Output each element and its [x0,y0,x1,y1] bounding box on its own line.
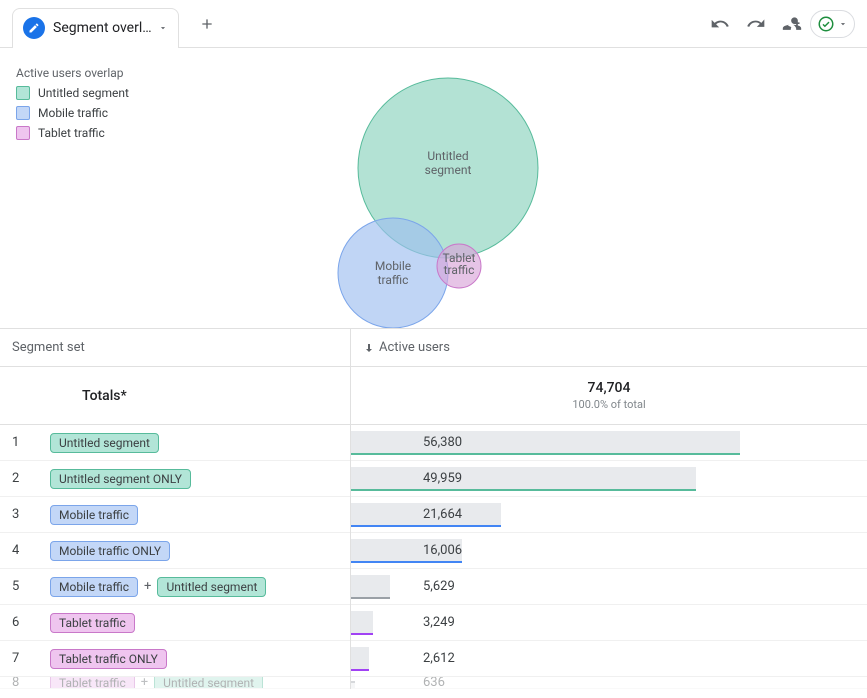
table-row[interactable]: 5Mobile traffic + Untitled segment [0,569,350,605]
bar-underline [351,489,696,491]
add-tab-button[interactable] [187,4,227,44]
bar-value: 16,006 [351,543,462,558]
bar-value: 2,612 [351,651,455,666]
row-number: 2 [12,471,50,486]
bar-value: 5,629 [351,579,455,594]
bar-cell[interactable]: 5,629 [351,569,867,605]
table-row[interactable]: 3Mobile traffic [0,497,350,533]
table-row[interactable]: 4Mobile traffic ONLY [0,533,350,569]
table-col-active-users: Active users 74,704 100.0% of total 56,3… [351,329,867,689]
chevron-down-icon[interactable] [158,23,168,33]
tab-label: Segment overl… [53,20,152,36]
bar-underline [351,561,462,563]
segment-chip[interactable]: Mobile traffic ONLY [50,541,170,561]
venn-label-untitled: Untitled [427,149,468,163]
table-row[interactable]: 8Tablet traffic + Untitled segment [0,677,350,689]
chevron-down-icon [838,19,848,29]
table-row[interactable]: 7Tablet traffic ONLY [0,641,350,677]
segment-chip[interactable]: Untitled segment ONLY [50,469,191,489]
row-number: 7 [12,651,50,666]
row-number: 6 [12,615,50,630]
row-number: 3 [12,507,50,522]
segment-chip[interactable]: Tablet traffic ONLY [50,649,167,669]
segment-chip[interactable]: Mobile traffic [50,577,138,597]
row-number: 5 [12,579,50,594]
bar-cell[interactable]: 636 [351,677,867,689]
venn-diagram: Untitled segment Mobile traffic Tablet t… [0,48,867,328]
bar-value: 56,380 [351,435,462,450]
svg-text:traffic: traffic [444,263,475,277]
segment-chip[interactable]: Tablet traffic [50,613,135,633]
sort-desc-icon [363,342,375,354]
segment-chip[interactable]: Untitled segment [154,677,263,689]
bar-cell[interactable]: 3,249 [351,605,867,641]
check-circle-icon [817,15,835,33]
segment-chip[interactable]: Untitled segment [157,577,266,597]
bar-underline [351,633,373,635]
venn-label-mobile: Mobile [375,259,411,273]
share-button[interactable] [774,6,810,42]
bar-underline [351,669,369,671]
content: Active users overlap Untitled segmentMob… [0,48,867,698]
svg-text:traffic: traffic [378,273,409,287]
table-col-segment: Segment set Totals* 1Untitled segment2Un… [0,329,351,689]
bar-value: 21,664 [351,507,462,522]
totals-value-cell: 74,704 100.0% of total [351,367,867,425]
table-row[interactable]: 6Tablet traffic [0,605,350,641]
table-row[interactable]: 1Untitled segment [0,425,350,461]
redo-button[interactable] [738,6,774,42]
segment-chip[interactable]: Untitled segment [50,433,159,453]
bar-cell[interactable]: 56,380 [351,425,867,461]
segment-chip[interactable]: Mobile traffic [50,505,138,525]
header-segment-set[interactable]: Segment set [0,329,350,367]
data-table: Segment set Totals* 1Untitled segment2Un… [0,328,867,689]
tab-segment-overlap[interactable]: Segment overl… [12,8,179,48]
pencil-icon [23,17,45,39]
bar-cell[interactable]: 16,006 [351,533,867,569]
bar-cell[interactable]: 2,612 [351,641,867,677]
bar-cell[interactable]: 49,959 [351,461,867,497]
bar-value: 636 [351,677,445,689]
bar-value: 3,249 [351,615,455,630]
plus-icon: + [141,677,148,689]
svg-text:segment: segment [425,163,472,177]
bar-cell[interactable]: 21,664 [351,497,867,533]
segment-chip[interactable]: Tablet traffic [50,677,135,689]
status-button[interactable] [810,10,855,38]
table-row[interactable]: 2Untitled segment ONLY [0,461,350,497]
bar-value: 49,959 [351,471,462,486]
row-number: 1 [12,435,50,450]
row-number: 8 [12,677,50,689]
undo-button[interactable] [702,6,738,42]
plus-icon: + [144,579,151,594]
bar-underline [351,525,501,527]
row-number: 4 [12,543,50,558]
viz-area: Active users overlap Untitled segmentMob… [0,48,867,698]
totals-label-cell: Totals* [0,367,350,425]
toolbar: Segment overl… [0,0,867,48]
bar-underline [351,453,740,455]
header-active-users[interactable]: Active users [351,329,867,367]
bar-underline [351,597,390,599]
